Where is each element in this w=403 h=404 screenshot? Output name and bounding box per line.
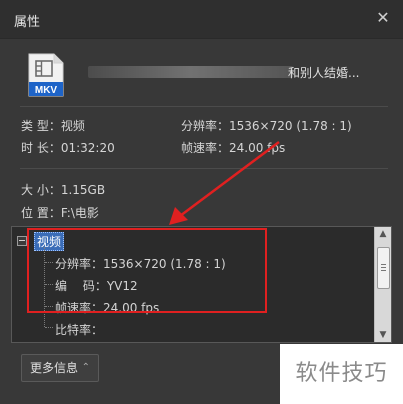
framerate-value: 24.00 fps	[229, 141, 286, 155]
tree-branch	[45, 327, 53, 328]
type-value: 视频	[60, 119, 85, 133]
collapse-toggle-icon[interactable]	[17, 236, 27, 246]
file-name: 和别人结婚...	[88, 64, 378, 80]
grip-line	[381, 270, 386, 271]
close-icon[interactable]: ✕	[373, 8, 393, 28]
annotation-highlight-box	[27, 228, 267, 313]
blurred-filename	[88, 66, 293, 78]
title-bar: 属性 ✕	[0, 0, 403, 39]
more-info-button[interactable]: 更多信息 ⌃	[21, 354, 99, 382]
type-row: 类 型：视频	[21, 119, 85, 133]
scroll-up-icon[interactable]: ▲	[375, 227, 391, 241]
properties-dialog: 属性 ✕ MKV 和别人结婚... 类 型：视频 时 长：01:32:20 分辨…	[0, 0, 403, 404]
duration-row: 时 长：01:32:20	[21, 141, 115, 155]
resolution-value: 1536×720 (1.78 : 1)	[229, 119, 352, 133]
scroll-thumb[interactable]	[377, 247, 390, 289]
resolution-row: 分辨率：1536×720 (1.78 : 1)	[181, 119, 352, 133]
divider	[20, 106, 388, 107]
location-row: 位 置：F:\电影	[21, 206, 99, 220]
grip-line	[381, 267, 386, 268]
mkv-file-icon: MKV	[27, 53, 65, 97]
location-value: F:\电影	[60, 206, 99, 220]
size-row: 大 小：1.15GB	[21, 183, 106, 197]
tree-item-bitrate: 比特率：	[55, 323, 104, 337]
file-type-label: MKV	[35, 85, 58, 96]
divider	[20, 168, 388, 169]
chevron-up-icon: ⌃	[81, 362, 90, 373]
dialog-title: 属性	[14, 15, 41, 30]
vertical-scrollbar[interactable]: ▲ ▼	[374, 227, 391, 342]
file-name-suffix: 和别人结婚...	[288, 66, 360, 80]
framerate-row: 帧速率：24.00 fps	[181, 141, 286, 155]
watermark: 软件技巧	[280, 344, 403, 404]
grip-line	[381, 264, 386, 265]
duration-value: 01:32:20	[60, 141, 115, 155]
scroll-down-icon[interactable]: ▼	[375, 328, 391, 342]
size-value: 1.15GB	[60, 183, 106, 197]
